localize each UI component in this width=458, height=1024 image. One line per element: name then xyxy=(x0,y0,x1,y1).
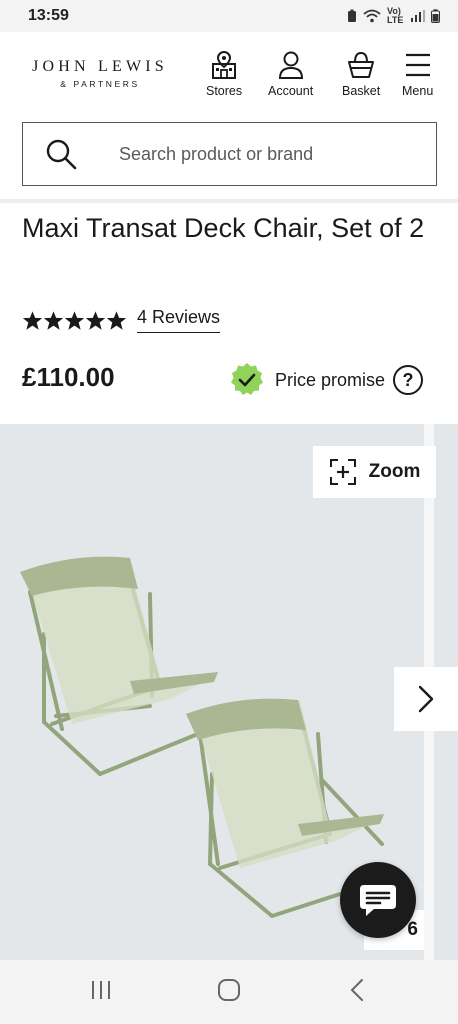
status-time: 13:59 xyxy=(28,7,69,24)
recent-apps-icon[interactable] xyxy=(90,978,112,1002)
search-input[interactable]: Search product or brand xyxy=(22,122,437,186)
battery-saver-icon xyxy=(348,9,356,22)
nav-menu-label: Menu xyxy=(402,84,434,98)
hamburger-icon xyxy=(405,53,430,77)
status-icons: Vo) LTE xyxy=(347,7,440,25)
logo-line-1: JOHN LEWIS xyxy=(32,58,168,75)
back-icon[interactable] xyxy=(348,978,366,1002)
chat-button[interactable] xyxy=(340,862,416,938)
nav-stores-label: Stores xyxy=(206,84,243,98)
system-navigation-bar xyxy=(0,960,458,1024)
search-icon xyxy=(46,139,77,170)
nav-basket-label: Basket xyxy=(342,84,381,98)
battery-icon xyxy=(431,9,440,23)
signal-icon xyxy=(411,10,425,22)
star-icon xyxy=(22,310,43,330)
logo-line-2: & PARTNERS xyxy=(60,79,140,89)
status-bar: 13:59 Vo) LTE xyxy=(0,0,458,32)
site-header: JOHN LEWIS & PARTNERS Stores Account Bas… xyxy=(0,32,458,110)
home-icon[interactable] xyxy=(217,978,241,1002)
chat-bubble-icon xyxy=(360,885,396,916)
nav-account-label: Account xyxy=(268,84,314,98)
product-price: £110.00 xyxy=(22,362,115,392)
zoom-label: Zoom xyxy=(368,461,421,482)
star-icon xyxy=(85,310,106,330)
chevron-right-icon xyxy=(418,685,434,713)
star-icon xyxy=(43,310,64,330)
nav-menu-button[interactable]: Menu xyxy=(402,50,433,98)
nav-basket-button[interactable]: Basket xyxy=(342,50,380,98)
star-rating xyxy=(22,310,127,331)
help-icon[interactable]: ? xyxy=(393,365,424,395)
verified-check-icon xyxy=(231,363,263,395)
star-icon xyxy=(64,310,85,330)
section-divider xyxy=(0,199,458,203)
nav-account-button[interactable]: Account xyxy=(268,50,313,98)
zoom-expand-icon xyxy=(329,459,356,485)
network-type: Vo) LTE xyxy=(387,6,404,25)
basket-icon xyxy=(348,51,375,78)
star-icon xyxy=(106,310,127,330)
product-rating[interactable]: 4 Reviews xyxy=(22,307,221,333)
product-title: Maxi Transat Deck Chair, Set of 2 xyxy=(22,213,425,243)
store-icon xyxy=(212,50,237,79)
search-placeholder: Search product or brand xyxy=(119,143,314,164)
price-promise-label: Price promise xyxy=(275,369,386,390)
next-image-button[interactable] xyxy=(394,667,458,731)
nav-stores-button[interactable]: Stores xyxy=(206,50,242,98)
zoom-button[interactable]: Zoom xyxy=(313,446,436,498)
person-icon xyxy=(278,51,303,79)
reviews-link[interactable]: 4 Reviews xyxy=(137,307,221,333)
wifi-icon xyxy=(363,9,381,23)
john-lewis-logo[interactable]: JOHN LEWIS & PARTNERS xyxy=(22,58,178,89)
price-promise[interactable]: Price promise ? xyxy=(229,362,424,398)
